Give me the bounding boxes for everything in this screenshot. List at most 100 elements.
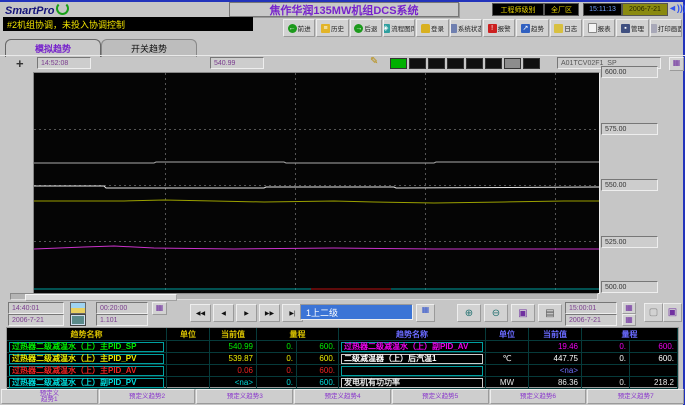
zoom-out-button[interactable]: ⊖: [484, 304, 508, 322]
rewind-button[interactable]: ◀◀: [190, 304, 211, 322]
range-high-cell: [630, 365, 678, 377]
pen-square-6[interactable]: [485, 58, 502, 69]
trend-button[interactable]: ↗趋势: [516, 19, 548, 37]
save-trend-button[interactable]: ▣: [663, 303, 682, 322]
value-cell: 447.75: [529, 353, 582, 365]
system-status-icon: [450, 24, 457, 33]
zoom-in-button[interactable]: ⊕: [457, 304, 481, 322]
login-lock-icon: [421, 24, 430, 33]
predefined-trend-3-button[interactable]: 预定义趋势3: [196, 389, 293, 404]
login-button[interactable]: 登录: [416, 19, 448, 37]
system-status-button[interactable]: 系统状态: [450, 19, 482, 37]
history-button[interactable]: ≡历史: [316, 19, 348, 37]
log-folder-icon: [554, 24, 563, 33]
end-time-picker-button[interactable]: ▦: [622, 302, 636, 314]
fast-forward-button[interactable]: ▶▶: [259, 304, 280, 322]
report-button[interactable]: 报表: [583, 19, 615, 37]
play-button[interactable]: ▶: [236, 304, 257, 322]
predefined-trend-4-button[interactable]: 预定义趋势4: [294, 389, 391, 404]
alarm-label: 报警: [498, 23, 511, 33]
table-row-name[interactable]: 过热器二级减温水（上）副PID_AV: [339, 341, 486, 353]
pen-config-button[interactable]: ▦: [669, 57, 684, 71]
new-trend-button[interactable]: ▢: [644, 303, 663, 322]
pen-square-2[interactable]: [409, 58, 426, 69]
value-cell: 86.36: [529, 377, 582, 389]
speed-field[interactable]: 1.101: [96, 314, 148, 326]
range-high-cell: 218.2: [630, 377, 678, 389]
predefined-trend-1-button[interactable]: 预定义 趋势1: [1, 389, 98, 404]
print-button[interactable]: ▤: [538, 304, 562, 322]
pen-square-8[interactable]: [523, 58, 540, 69]
predefined-trend-7-button[interactable]: 预定义趋势7: [587, 389, 684, 404]
flowchart-library-button[interactable]: ◈流程图库: [383, 19, 415, 37]
pen-square-1[interactable]: [390, 58, 407, 69]
start-time-field[interactable]: 14:40:01: [8, 302, 64, 314]
value-cell: 19.46: [529, 341, 582, 353]
end-date-picker-button[interactable]: ▦: [622, 314, 636, 326]
trend-lines: [34, 73, 599, 293]
floppy-disk-icon: ▣: [668, 307, 677, 318]
cursor-cross-icon[interactable]: +: [16, 56, 24, 71]
unit-cell: [486, 341, 529, 353]
predefined-trend-2-button[interactable]: 预定义趋势2: [99, 389, 196, 404]
trend-group-field[interactable]: 1上二级: [300, 304, 413, 320]
pen-square-5[interactable]: [466, 58, 483, 69]
table-row-name[interactable]: 过热器二级减温水（上）主PID_SP: [7, 341, 167, 353]
forward-button[interactable]: →后退: [350, 19, 382, 37]
log-button[interactable]: 日志: [550, 19, 582, 37]
plant-area-badge: 全厂区: [544, 3, 579, 16]
value-cell: 0.06: [210, 365, 257, 377]
predefined-trend-5-button[interactable]: 预定义趋势5: [392, 389, 489, 404]
tab-divider: [0, 55, 685, 56]
range-low-cell: 0.: [257, 377, 297, 389]
pen-square-3[interactable]: [428, 58, 445, 69]
save-button[interactable]: ▣: [511, 304, 535, 322]
time-span-field[interactable]: 00:20:00: [96, 302, 148, 314]
chart-horizontal-scrollbar[interactable]: [10, 293, 598, 300]
unit-cell: [167, 341, 210, 353]
management-monitor-icon: ▪: [621, 24, 630, 33]
y-axis-label-575: 575.00: [601, 123, 658, 135]
pen-square-7[interactable]: [504, 58, 521, 69]
cursor-time-field[interactable]: 14:52:08: [37, 57, 91, 69]
step-back-button[interactable]: ◀: [213, 304, 234, 322]
y-axis-label-525: 525.00: [601, 236, 658, 248]
pen-yellow-sp: [34, 200, 599, 203]
value-cell: 539.87: [210, 353, 257, 365]
table-row-name[interactable]: 二级减温器（上）后汽温1: [339, 353, 486, 365]
printer-icon: ▤: [545, 308, 554, 319]
table-row-name[interactable]: 发电机有功功率: [339, 377, 486, 389]
trend-chart[interactable]: [33, 72, 600, 294]
table-row-name[interactable]: 过热器二级减温水（上）副PID_PV: [7, 377, 167, 389]
range-low-cell: 0.: [257, 353, 297, 365]
back-button[interactable]: ←前进: [283, 19, 315, 37]
scrollbar-thumb[interactable]: [25, 294, 177, 301]
alarm-button[interactable]: !报警: [483, 19, 515, 37]
pen-square-4[interactable]: [447, 58, 464, 69]
date-display: 2006-7-21: [622, 3, 668, 16]
zoom-out-icon: ⊖: [492, 308, 500, 319]
group-select-button[interactable]: ▦: [416, 304, 435, 322]
logo-text: SmartPro: [5, 5, 55, 17]
management-button[interactable]: ▪管理: [616, 19, 648, 37]
print-screen-button[interactable]: 打印画面: [650, 19, 682, 37]
forward-arrow-icon: →: [354, 24, 363, 33]
system-status-label: 系统状态: [458, 23, 482, 33]
pen-edit-icon[interactable]: ✎: [370, 56, 378, 67]
speaker-icon[interactable]: ◄))): [668, 3, 685, 13]
table-row-name[interactable]: 过热器二级减温水（上）主PID_AV: [7, 365, 167, 377]
history-label: 历史: [331, 23, 344, 33]
unit-cell: [167, 353, 210, 365]
clock: 15:11:13: [583, 3, 622, 16]
cursor-value-field: 540.99: [210, 57, 264, 69]
y-axis-label-550: 550.00: [601, 179, 658, 191]
end-date-field[interactable]: 2006-7-21: [565, 314, 617, 326]
span-config-button[interactable]: ▦: [152, 302, 167, 315]
table-row-name[interactable]: [339, 365, 486, 377]
end-time-field[interactable]: 15:00:01: [565, 302, 617, 314]
table-row-name[interactable]: 过热器二级减温水（上）主PID_PV: [7, 353, 167, 365]
range-high-cell: 600.: [297, 341, 339, 353]
predefined-trend-6-button[interactable]: 预定义趋势6: [490, 389, 587, 404]
predefined-trend-bar: 预定义 趋势1 预定义趋势2 预定义趋势3 预定义趋势4 预定义趋势5 预定义趋…: [1, 389, 684, 404]
start-date-field[interactable]: 2006-7-21: [8, 314, 64, 326]
